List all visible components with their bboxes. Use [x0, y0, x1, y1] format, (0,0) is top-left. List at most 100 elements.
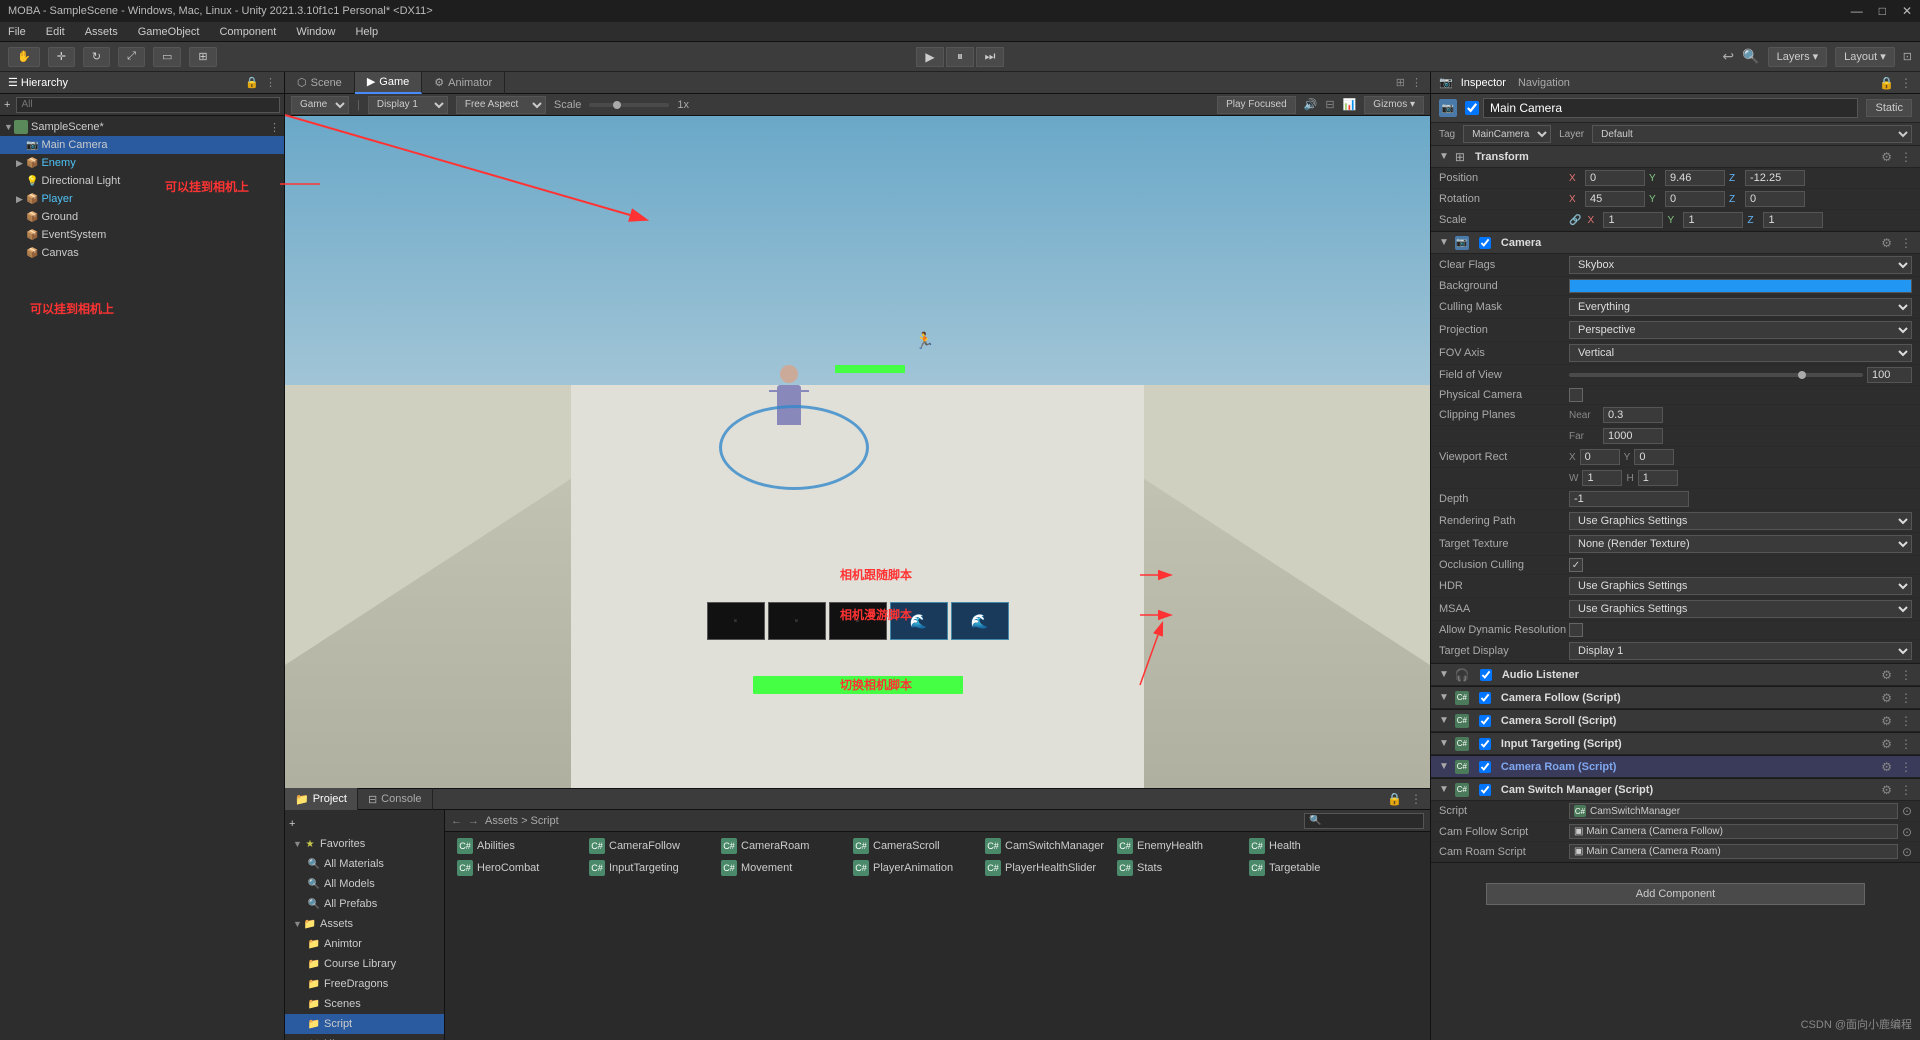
csm-settings-icon[interactable]: ⚙ — [1881, 783, 1892, 797]
camera-scroll-toggle[interactable] — [1479, 715, 1491, 727]
camera-header[interactable]: ▼ 📷 Camera ⚙ ⋮ — [1431, 232, 1920, 254]
audio-listener-toggle[interactable] — [1480, 669, 1492, 681]
pause-button[interactable]: ⏸ — [946, 47, 974, 67]
transform-more-icon[interactable]: ⋮ — [1900, 150, 1912, 164]
scale-tool-btn[interactable]: ⤢ — [118, 47, 145, 67]
script-health[interactable]: C# Health — [1245, 836, 1375, 856]
cam-switch-toggle[interactable] — [1479, 784, 1491, 796]
pos-y-input[interactable] — [1665, 170, 1725, 186]
play-focused-btn[interactable]: Play Focused — [1217, 96, 1296, 114]
close-btn[interactable]: ✕ — [1902, 4, 1912, 18]
scale-link-icon[interactable]: 🔗 — [1569, 215, 1581, 226]
menu-help[interactable]: Help — [351, 26, 382, 38]
projection-select[interactable]: Perspective — [1569, 321, 1912, 339]
script-ref-field[interactable]: C# CamSwitchManager — [1569, 803, 1898, 819]
tree-all-models[interactable]: 🔍 All Models — [285, 874, 444, 894]
aspect-select[interactable]: Free Aspect — [456, 96, 546, 114]
hierarchy-item-canvas[interactable]: 📦 Canvas — [0, 244, 284, 262]
maximize-btn[interactable]: □ — [1879, 4, 1886, 18]
gizmos-btn[interactable]: Gizmos ▾ — [1364, 96, 1424, 114]
script-movement[interactable]: C# Movement — [717, 858, 847, 878]
depth-input[interactable] — [1569, 491, 1689, 507]
step-button[interactable]: ⏭ — [976, 47, 1004, 67]
camera-enable-toggle[interactable] — [1479, 237, 1491, 249]
rect-tool-btn[interactable]: ▭ — [153, 47, 181, 67]
menu-file[interactable]: File — [4, 26, 30, 38]
cam-follow-target-icon[interactable]: ⊙ — [1902, 825, 1912, 839]
dock-icon[interactable]: ⊡ — [1903, 50, 1912, 63]
hand-tool-btn[interactable]: ✋ — [8, 47, 40, 67]
csm-more-icon[interactable]: ⋮ — [1900, 783, 1912, 797]
script-camera-roam[interactable]: C# CameraRoam — [717, 836, 847, 856]
back-icon[interactable]: ← — [451, 815, 462, 827]
transform-tool-btn[interactable]: ⊞ — [189, 47, 216, 67]
vp-y-input[interactable] — [1634, 449, 1674, 465]
hierarchy-lock-icon[interactable]: 🔒 — [245, 76, 259, 89]
cr-settings-icon[interactable]: ⚙ — [1881, 760, 1892, 774]
forward-icon[interactable]: → — [468, 815, 479, 827]
static-button[interactable]: Static — [1866, 99, 1912, 117]
tree-freedragons[interactable]: 📁 FreeDragons — [285, 974, 444, 994]
pos-x-input[interactable] — [1585, 170, 1645, 186]
hierarchy-item-eventsystem[interactable]: 📦 EventSystem — [0, 226, 284, 244]
stats-icon[interactable]: 📊 — [1343, 98, 1357, 111]
hierarchy-add-btn[interactable]: + — [4, 99, 10, 111]
add-component-button[interactable]: Add Component — [1486, 883, 1864, 905]
transform-settings-icon[interactable]: ⚙ — [1881, 150, 1892, 164]
audio-settings-icon[interactable]: ⚙ — [1881, 668, 1892, 682]
hierarchy-item-enemy[interactable]: ▶ 📦 Enemy — [0, 154, 284, 172]
script-targetable[interactable]: C# Targetable — [1245, 858, 1375, 878]
script-enemy-health[interactable]: C# EnemyHealth — [1113, 836, 1243, 856]
camera-roam-header[interactable]: ▼ C# Camera Roam (Script) ⚙ ⋮ — [1431, 756, 1920, 778]
assets-search-input[interactable] — [1304, 813, 1424, 829]
rot-z-input[interactable] — [1745, 191, 1805, 207]
input-targeting-toggle[interactable] — [1479, 738, 1491, 750]
camera-follow-toggle[interactable] — [1479, 692, 1491, 704]
fov-input[interactable] — [1867, 367, 1912, 383]
object-name-input[interactable] — [1483, 98, 1858, 118]
view-lock-icon[interactable]: ⊞ — [1396, 76, 1405, 89]
hierarchy-item-ground[interactable]: 📦 Ground — [0, 208, 284, 226]
audio-more-icon[interactable]: ⋮ — [1900, 668, 1912, 682]
tab-animator[interactable]: ⚙ Animator — [422, 72, 505, 94]
tag-select[interactable]: MainCamera — [1463, 125, 1551, 143]
rot-y-input[interactable] — [1665, 191, 1725, 207]
menu-window[interactable]: Window — [292, 26, 339, 38]
menu-component[interactable]: Component — [215, 26, 280, 38]
hierarchy-item-player[interactable]: ▶ 📦 Player — [0, 190, 284, 208]
menu-edit[interactable]: Edit — [42, 26, 69, 38]
bottom-more-icon[interactable]: ⋮ — [1410, 792, 1422, 806]
script-camera-scroll[interactable]: C# CameraScroll — [849, 836, 979, 856]
vp-x-input[interactable] — [1580, 449, 1620, 465]
layout-dropdown[interactable]: Layout ▾ — [1835, 47, 1895, 67]
far-input[interactable] — [1603, 428, 1663, 444]
camera-more-icon[interactable]: ⋮ — [1900, 236, 1912, 250]
layers-dropdown[interactable]: Layers ▾ — [1768, 47, 1828, 67]
tab-navigation[interactable]: Navigation — [1518, 77, 1570, 89]
cam-follow-field[interactable]: ▣ Main Camera (Camera Follow) — [1569, 824, 1898, 839]
cf-more-icon[interactable]: ⋮ — [1900, 691, 1912, 705]
vp-w-input[interactable] — [1582, 470, 1622, 486]
scale-x-input[interactable] — [1603, 212, 1663, 228]
project-add-btn[interactable]: + — [285, 814, 444, 834]
culling-mask-select[interactable]: Everything — [1569, 298, 1912, 316]
audio-icon[interactable]: 🔊 — [1304, 98, 1318, 111]
vp-h-input[interactable] — [1638, 470, 1678, 486]
hierarchy-item-main-camera[interactable]: 📷 Main Camera — [0, 136, 284, 154]
background-color-swatch[interactable] — [1569, 279, 1912, 293]
script-ref-target-icon[interactable]: ⊙ — [1902, 804, 1912, 818]
cr-more-icon[interactable]: ⋮ — [1900, 760, 1912, 774]
tab-scene[interactable]: ⬡ Scene — [285, 72, 355, 94]
cs-settings-icon[interactable]: ⚙ — [1881, 714, 1892, 728]
tab-game[interactable]: ▶ Game — [355, 72, 422, 94]
tab-console[interactable]: ⊟ Console — [358, 788, 433, 810]
cs-more-icon[interactable]: ⋮ — [1900, 714, 1912, 728]
input-targeting-header[interactable]: ▼ C# Input Targeting (Script) ⚙ ⋮ — [1431, 733, 1920, 755]
script-cam-switch[interactable]: C# CamSwitchManager — [981, 836, 1111, 856]
window-controls[interactable]: — □ ✕ — [1851, 4, 1912, 18]
script-stats[interactable]: C# Stats — [1113, 858, 1243, 878]
tab-project[interactable]: 📁 Project — [285, 788, 358, 810]
tree-animtor[interactable]: 📁 Animtor — [285, 934, 444, 954]
scene-more-icon[interactable]: ⋮ — [269, 121, 280, 134]
hierarchy-item-samplescene[interactable]: ▼ SampleScene* ⋮ — [0, 118, 284, 136]
